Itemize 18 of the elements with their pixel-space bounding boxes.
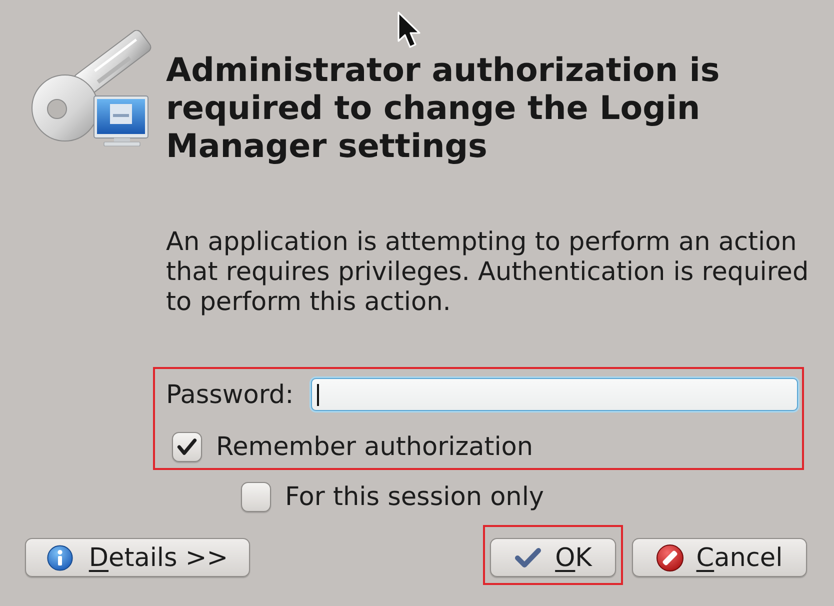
text-caret-icon — [316, 384, 319, 406]
key-monitor-icon — [30, 30, 152, 148]
dialog-heading: Administrator authorization is required to change the Login Manager settings — [166, 51, 721, 165]
cancel-button[interactable]: Cancel — [632, 538, 807, 577]
checkmark-icon — [177, 438, 197, 456]
ok-button[interactable]: OK — [490, 538, 616, 577]
dialog-message: An application is attempting to perform an action that requires privileges. Authentication is required to perform this action. — [166, 227, 810, 317]
checkmark-icon — [514, 546, 542, 568]
checkbox-label: For this session only — [285, 482, 544, 512]
checkbox-label: Remember authorization — [216, 432, 534, 462]
details-button[interactable]: Details >> — [25, 538, 250, 577]
mouse-pointer-icon — [397, 11, 422, 49]
password-field[interactable] — [310, 378, 798, 411]
info-icon — [46, 544, 73, 570]
password-label: Password: — [166, 380, 294, 410]
checkbox[interactable] — [241, 482, 271, 512]
no-entry-icon — [656, 544, 684, 572]
checkbox[interactable] — [172, 432, 202, 462]
